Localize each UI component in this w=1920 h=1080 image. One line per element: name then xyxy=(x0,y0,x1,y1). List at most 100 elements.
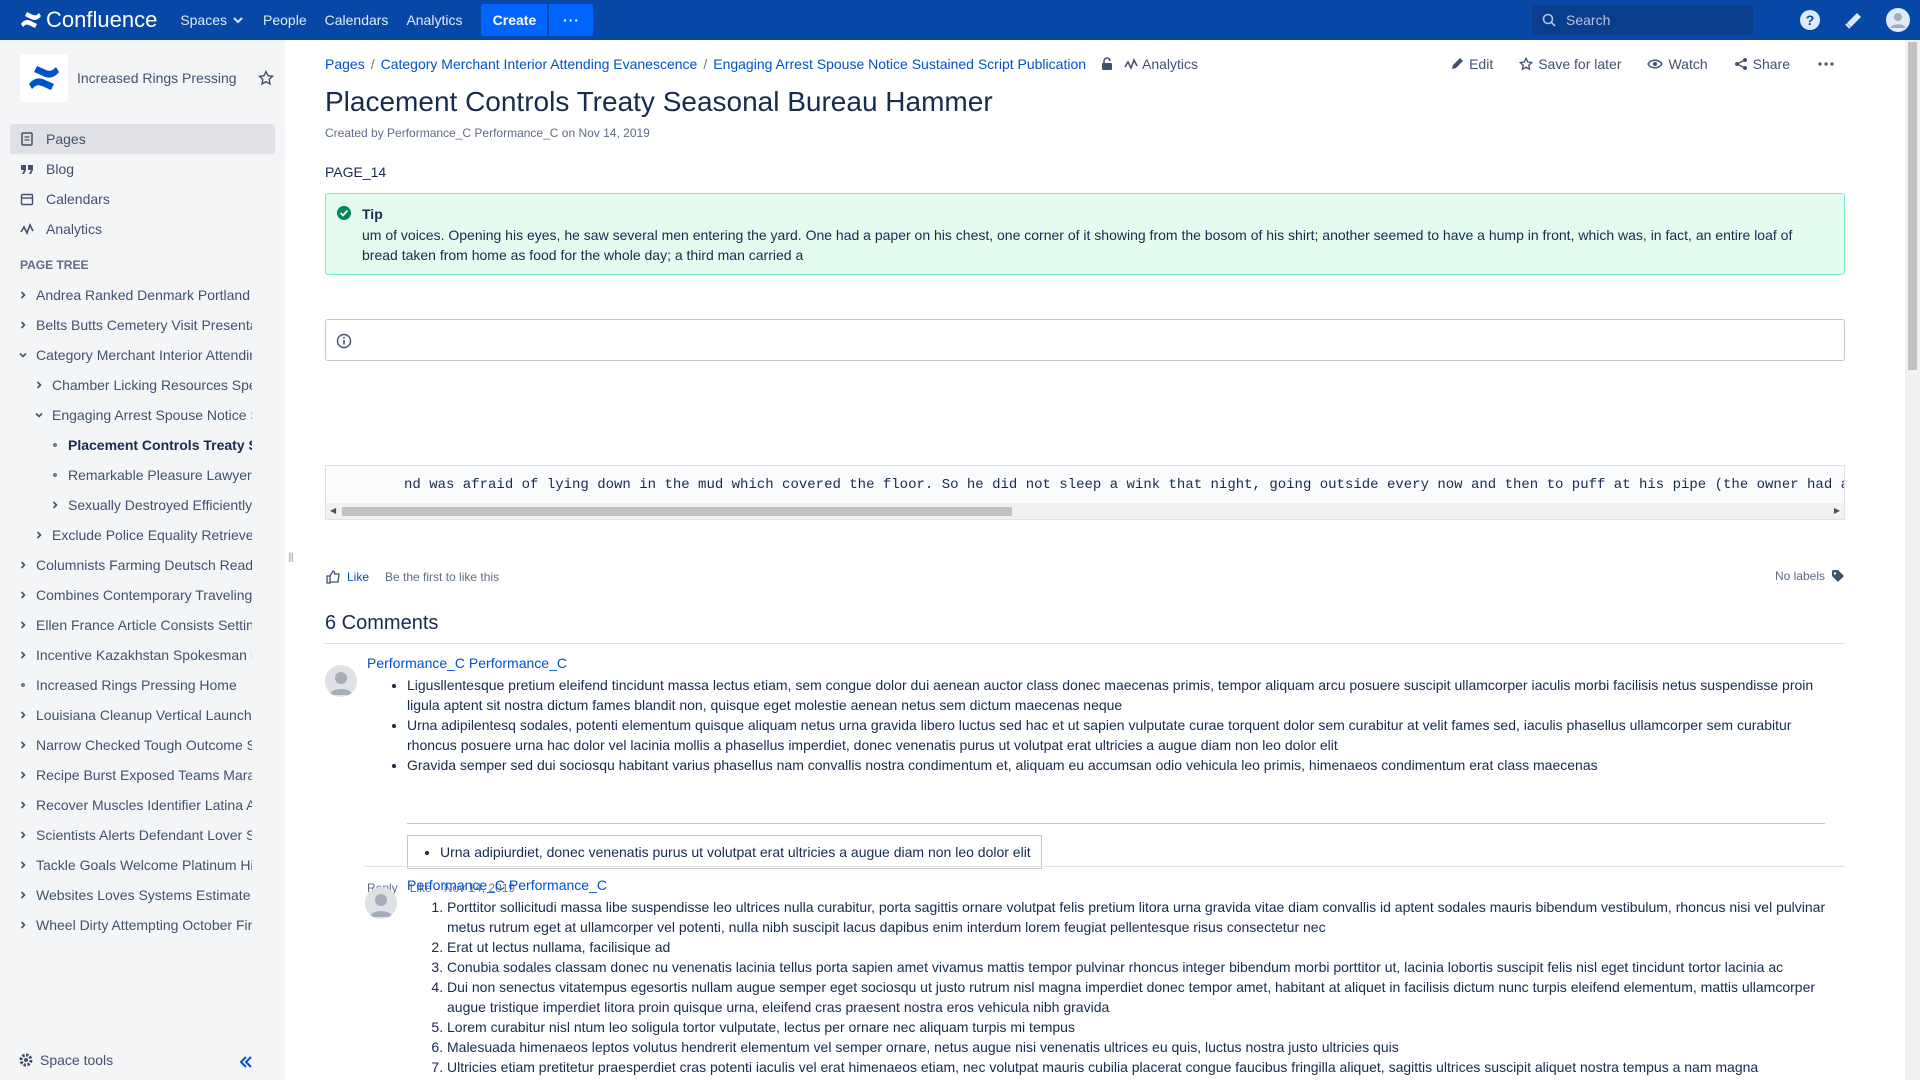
chevron-right-icon[interactable] xyxy=(16,830,30,840)
save-for-later-button[interactable]: Save for later xyxy=(1519,56,1621,72)
profile-button[interactable] xyxy=(1876,0,1920,40)
comment-list-item: Dui non senectus vitatempus egesortis nu… xyxy=(447,977,1827,1017)
tree-item[interactable]: Increased Rings Pressing Home xyxy=(0,670,260,700)
tree-item[interactable]: Incentive Kazakhstan Spokesman Further xyxy=(0,640,260,670)
horizontal-scroll-thumb[interactable] xyxy=(342,507,1012,516)
sidebar-item-analytics[interactable]: Analytics xyxy=(10,214,275,244)
tree-item[interactable]: Columnists Farming Deutsch Ready xyxy=(0,550,260,580)
chevron-right-icon[interactable] xyxy=(16,590,30,600)
tree-item-label: Sexually Destroyed Efficiently S xyxy=(68,497,252,513)
eye-icon xyxy=(1647,59,1664,69)
scroll-left-arrow[interactable]: ◀ xyxy=(330,506,336,515)
edit-button[interactable]: Edit xyxy=(1450,56,1493,72)
confluence-logo[interactable]: Confluence xyxy=(20,0,157,40)
nav-calendars[interactable]: Calendars xyxy=(316,0,398,40)
nav-analytics[interactable]: Analytics xyxy=(397,0,471,40)
star-space-button[interactable] xyxy=(258,70,274,86)
tree-item[interactable]: Placement Controls Treaty Seasonal xyxy=(0,430,260,460)
first-like-text: Be the first to like this xyxy=(385,570,500,584)
tree-item[interactable]: Wheel Dirty Attempting October Finite xyxy=(0,910,260,940)
watch-button[interactable]: Watch xyxy=(1647,56,1708,72)
tree-item[interactable]: Combines Contemporary Traveling Info xyxy=(0,580,260,610)
chevron-right-icon[interactable] xyxy=(16,770,30,780)
breadcrumb-parent[interactable]: Engaging Arrest Spouse Notice Sustained … xyxy=(713,56,1086,72)
tree-item[interactable]: Scientists Alerts Defendant Lover Slope xyxy=(0,820,260,850)
tree-item[interactable]: Exclude Police Equality Retrieve Gallery xyxy=(0,520,260,550)
tree-item-label: Scientists Alerts Defendant Lover Slope xyxy=(36,827,252,843)
sidebar-resize-handle[interactable]: ||| xyxy=(288,552,294,563)
chevron-right-icon[interactable] xyxy=(48,500,62,510)
sidebar-item-blog[interactable]: Blog xyxy=(10,154,275,184)
more-actions-button[interactable] xyxy=(1818,62,1839,66)
notifications-button[interactable] xyxy=(1832,0,1876,40)
chevron-right-icon[interactable] xyxy=(16,920,30,930)
tree-item[interactable]: Category Merchant Interior Attending Eva… xyxy=(0,340,260,370)
star-icon xyxy=(1519,57,1534,71)
page-analytics-link[interactable]: Analytics xyxy=(1142,56,1198,72)
chevron-right-icon[interactable] xyxy=(16,290,30,300)
chevron-right-icon[interactable] xyxy=(16,860,30,870)
breadcrumb-separator: / xyxy=(370,56,375,72)
chevron-right-icon[interactable] xyxy=(16,890,30,900)
space-logo[interactable] xyxy=(20,54,68,102)
tree-item[interactable]: Andrea Ranked Denmark Portland Way xyxy=(0,280,260,310)
chevron-right-icon[interactable] xyxy=(16,800,30,810)
unlock-icon[interactable] xyxy=(1100,57,1114,71)
chevron-down-icon[interactable] xyxy=(32,410,46,420)
tree-item[interactable]: Narrow Checked Tough Outcome Stars xyxy=(0,730,260,760)
like-button[interactable]: Like xyxy=(347,570,369,584)
breadcrumb-pages[interactable]: Pages xyxy=(325,56,365,72)
tree-item[interactable]: Chamber Licking Resources Speaking xyxy=(0,370,260,400)
chevron-right-icon[interactable] xyxy=(16,740,30,750)
chevron-right-icon[interactable] xyxy=(16,320,30,330)
comment-author[interactable]: Performance_C Performance_C xyxy=(367,655,567,671)
chevron-right-icon[interactable] xyxy=(32,530,46,540)
page-title: Placement Controls Treaty Seasonal Burea… xyxy=(325,86,993,117)
tree-item[interactable]: Remarkable Pleasure Lawyers xyxy=(0,460,260,490)
create-more-button[interactable]: ··· xyxy=(549,4,594,36)
share-button[interactable]: Share xyxy=(1734,56,1790,72)
tree-item[interactable]: Recover Muscles Identifier Latina Accept xyxy=(0,790,260,820)
bullet-icon xyxy=(48,473,62,477)
chevron-right-icon[interactable] xyxy=(16,710,30,720)
tree-item[interactable]: Recipe Burst Exposed Teams Marathon xyxy=(0,760,260,790)
chevron-right-icon[interactable] xyxy=(16,620,30,630)
nav-spaces[interactable]: Spaces xyxy=(171,0,254,40)
sidebar-item-calendars[interactable]: Calendars xyxy=(10,184,275,214)
tree-item[interactable]: Louisiana Cleanup Vertical Launch Argue xyxy=(0,700,260,730)
tree-item-label: Remarkable Pleasure Lawyers xyxy=(68,467,252,483)
tree-item[interactable]: Sexually Destroyed Efficiently S xyxy=(0,490,260,520)
chevron-right-icon[interactable] xyxy=(16,650,30,660)
avatar[interactable] xyxy=(325,665,357,697)
tree-item[interactable]: Engaging Arrest Spouse Notice Sustained xyxy=(0,400,260,430)
avatar[interactable] xyxy=(365,887,397,919)
chevron-right-icon[interactable] xyxy=(32,380,46,390)
tree-item-label: Wheel Dirty Attempting October Finite xyxy=(36,917,252,933)
search-input[interactable]: Search xyxy=(1532,5,1753,35)
scroll-right-arrow[interactable]: ▶ xyxy=(1834,506,1840,515)
thumbs-up-icon[interactable] xyxy=(325,569,341,585)
space-tools-button[interactable]: Space tools xyxy=(18,1052,113,1068)
vertical-scrollbar[interactable] xyxy=(1905,40,1920,1080)
chevron-right-icon[interactable] xyxy=(16,560,30,570)
comment-list-item: Ligusllentesque pretium eleifend tincidu… xyxy=(407,675,1827,715)
collapse-sidebar-button[interactable] xyxy=(238,1054,254,1070)
nav-people[interactable]: People xyxy=(254,0,316,40)
create-button[interactable]: Create xyxy=(481,4,548,36)
horizontal-scrollbar[interactable]: ◀ ▶ xyxy=(326,503,1844,519)
tree-item[interactable]: Ellen France Article Consists Settings xyxy=(0,610,260,640)
space-logo-icon xyxy=(29,66,59,90)
comment-list-item: Gravida semper sed dui sociosqu habitant… xyxy=(407,755,1827,775)
space-name[interactable]: Increased Rings Pressing xyxy=(77,70,237,86)
breadcrumb-category[interactable]: Category Merchant Interior Attending Eva… xyxy=(381,56,698,72)
comment-author[interactable]: Performance_C Performance_C xyxy=(407,877,607,893)
tag-icon[interactable] xyxy=(1831,569,1845,583)
tree-item[interactable]: Belts Butts Cemetery Visit Presentation xyxy=(0,310,260,340)
vertical-scroll-thumb[interactable] xyxy=(1908,42,1917,370)
chevron-down-icon[interactable] xyxy=(16,350,30,360)
tree-item[interactable]: Tackle Goals Welcome Platinum Hints xyxy=(0,850,260,880)
sidebar-item-pages[interactable]: Pages xyxy=(10,124,275,154)
tree-item[interactable]: Websites Loves Systems Estimate Issues xyxy=(0,880,260,910)
tree-item-label: Narrow Checked Tough Outcome Stars xyxy=(36,737,252,753)
help-button[interactable]: ? xyxy=(1788,0,1832,40)
